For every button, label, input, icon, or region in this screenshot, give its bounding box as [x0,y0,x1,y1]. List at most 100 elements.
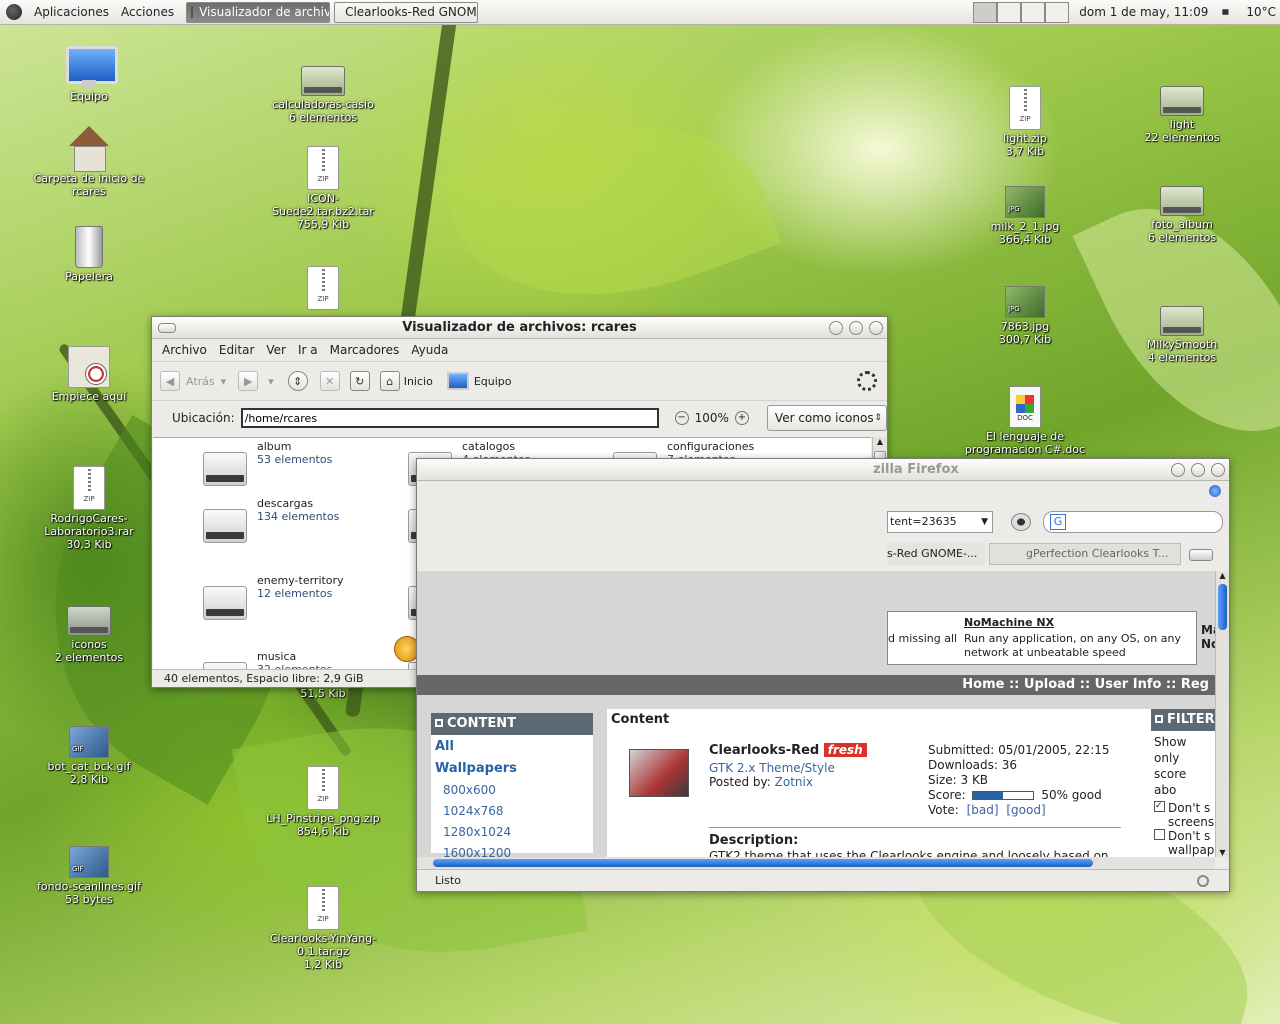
desktop-icon[interactable]: iconos 2 elementos [24,606,154,664]
weather-applet[interactable]: 10°C [1246,5,1276,19]
close-button[interactable] [869,321,883,335]
menu-ayuda[interactable]: Ayuda [405,343,454,357]
stop-button[interactable]: ✕ [319,371,340,391]
workspace-1[interactable] [973,1,998,23]
nomachine-ad[interactable]: d missing all NoMachine NX Run any appli… [887,611,1197,665]
taskbar-firefox[interactable]: Clearlooks-Red GNOME [334,1,479,23]
reload-button[interactable]: ↻ [349,371,370,391]
url-field[interactable]: tent=23635 ▼ [887,511,993,533]
maximize-button[interactable] [849,321,863,335]
window-menu-button[interactable] [158,323,176,333]
scroll-up-icon[interactable]: ▲ [873,437,887,449]
filter-option-1[interactable]: ✓Don't s screensho [1151,801,1215,829]
desktop-icon[interactable]: Carpeta de inicio de rcares [24,126,154,198]
theme-category[interactable]: GTK 2.x Theme/Style [709,761,835,775]
desktop-icon[interactable]: ICON-Suede2.tar.bz2.tar755,9 Kib [258,146,388,231]
taskbar-filemanager[interactable]: Visualizador de archivos [186,1,331,23]
desktop-icon[interactable]: light.zip3,7 Kib [960,86,1090,158]
home-button[interactable]: ⌂ Inicio [379,371,433,391]
desktop-icon[interactable]: light 22 elementos [1117,86,1247,144]
minimize-button[interactable] [1171,463,1185,477]
scroll-up-icon[interactable]: ▲ [1216,571,1229,580]
ad-title[interactable]: NoMachine NX [964,616,1054,629]
tab-clearlooks-red[interactable]: s-Red GNOME-... [887,543,985,565]
menu-marcadores[interactable]: Marcadores [324,343,406,357]
folder-item[interactable]: musica32 elementos [203,650,332,669]
firefox-titlebar[interactable]: zilla Firefox [417,459,1229,481]
view-mode-select[interactable]: Ver como iconos ⇕ [766,405,887,431]
horizontal-scrollbar[interactable] [417,857,1215,869]
scrollbar-thumb[interactable] [1218,584,1227,630]
workspace-switcher[interactable] [973,1,1070,23]
minimize-button[interactable] [829,321,843,335]
content-tab: Content [607,709,694,729]
menu-ver[interactable]: Ver [260,343,292,357]
up-button[interactable]: ⇕ [287,371,308,391]
desktop-icon[interactable]: bot_cat_bck.gif2,8 Kib [24,726,154,786]
chevron-down-icon[interactable]: ▾ [221,375,227,388]
filter-option-2[interactable]: Don't s wallpaper [1151,829,1215,857]
desktop-icon[interactable]: 7863.jpg300,7 Kib [960,286,1090,346]
folder-item[interactable]: enemy-territory 12 elementos [203,574,344,620]
tab-perfection[interactable]: gPerfection Clearlooks T... [989,543,1181,565]
search-input[interactable]: G [1043,511,1223,533]
sidebar-link-800x600[interactable]: 800x600 [431,779,593,800]
sidebar-link-1280x1024[interactable]: 1280x1024 [431,821,593,842]
desktop-icon[interactable]: RodrigoCares-Laboratorio3.rar30,3 Kib [24,466,154,551]
scroll-down-icon[interactable]: ▼ [1216,848,1229,857]
checkbox-checked[interactable]: ✓ [1154,801,1165,812]
menu-aplicaciones[interactable]: Aplicaciones [28,5,115,19]
close-tab-icon[interactable] [1189,549,1213,561]
desktop-icon[interactable]: LH_Pinstripe_png.zip854,6 Kib [258,766,388,838]
desktop-icon-label: Clearlooks-YinYang-0.1.tar.gz [269,932,377,958]
site-nav[interactable]: Home :: Upload :: User Info :: Reg [417,675,1215,695]
desktop-icon[interactable]: calculadoras-casio 6 elementos [258,66,388,124]
vertical-scrollbar[interactable]: ▲ ▼ [1215,571,1229,857]
clock[interactable]: dom 1 de may, 11:09 [1079,5,1208,19]
maximize-button[interactable] [1191,463,1205,477]
close-button[interactable] [1211,463,1225,477]
desktop-icon[interactable] [258,266,388,312]
desktop-icon[interactable]: MilkySmooth 4 elementos [1117,306,1247,364]
sidebar-link-all[interactable]: All [431,735,593,757]
desktop-icon[interactable]: fondo-scanlines.gif53 bytes [24,846,154,906]
file-manager-titlebar[interactable]: Visualizador de archivos: rcares [152,317,887,339]
chevron-down-icon[interactable]: ▾ [268,375,274,388]
search-engine-icon[interactable] [1011,513,1031,531]
forward-button[interactable]: ▶ ▾ [238,371,274,391]
sidebar-link-1024x768[interactable]: 1024x768 [431,800,593,821]
sidebar-link-wallpapers[interactable]: Wallpapers [431,757,593,779]
desktop-icon[interactable]: Empiece aquí [24,346,154,403]
checkbox[interactable] [1154,829,1165,840]
desktop-icon[interactable]: Clearlooks-YinYang-0.1.tar.gz1,2 Kib [258,886,388,971]
volume-icon[interactable] [1222,5,1236,19]
menu-editar[interactable]: Editar [213,343,261,357]
theme-screenshot-thumbnail[interactable] [629,749,689,797]
desktop-icon[interactable]: Papelera [24,226,154,283]
zoom-in-icon[interactable]: + [734,411,749,425]
desktop-icon[interactable]: foto_album 6 elementos [1117,186,1247,244]
workspace-3[interactable] [1021,1,1046,23]
back-button[interactable]: ◀ Atrás ▾ [160,371,226,391]
menu-ir-a[interactable]: Ir a [292,343,324,357]
desktop-icon[interactable]: El lenguaje de programacion C#.doc [960,386,1090,456]
chevron-down-icon[interactable]: ▼ [981,512,988,532]
scrollbar-thumb[interactable] [433,859,1093,867]
zoom-out-icon[interactable]: − [674,411,689,425]
desktop-icon[interactable]: Equipo [24,46,154,103]
workspace-2[interactable] [997,1,1022,23]
spinner-arrows-icon: ⇕ [874,413,882,423]
folder-item[interactable]: descargas 134 elementos [203,497,339,543]
location-input[interactable] [240,408,659,428]
desktop-icon[interactable]: milk_2_1.jpg366,4 Kib [960,186,1090,246]
theme-name[interactable]: Clearlooks-Red [709,743,819,758]
workspace-4[interactable] [1045,1,1070,23]
gnome-foot-icon[interactable] [6,4,22,20]
folder-item[interactable]: album 53 elementos [203,440,332,486]
computer-button[interactable]: Equipo [446,372,512,390]
menu-acciones[interactable]: Acciones [115,5,180,19]
vote-good-link[interactable]: [good] [1006,803,1045,817]
menu-archivo[interactable]: Archivo [156,343,213,357]
author-link[interactable]: Zotnix [775,775,813,789]
vote-bad-link[interactable]: [bad] [967,803,999,817]
